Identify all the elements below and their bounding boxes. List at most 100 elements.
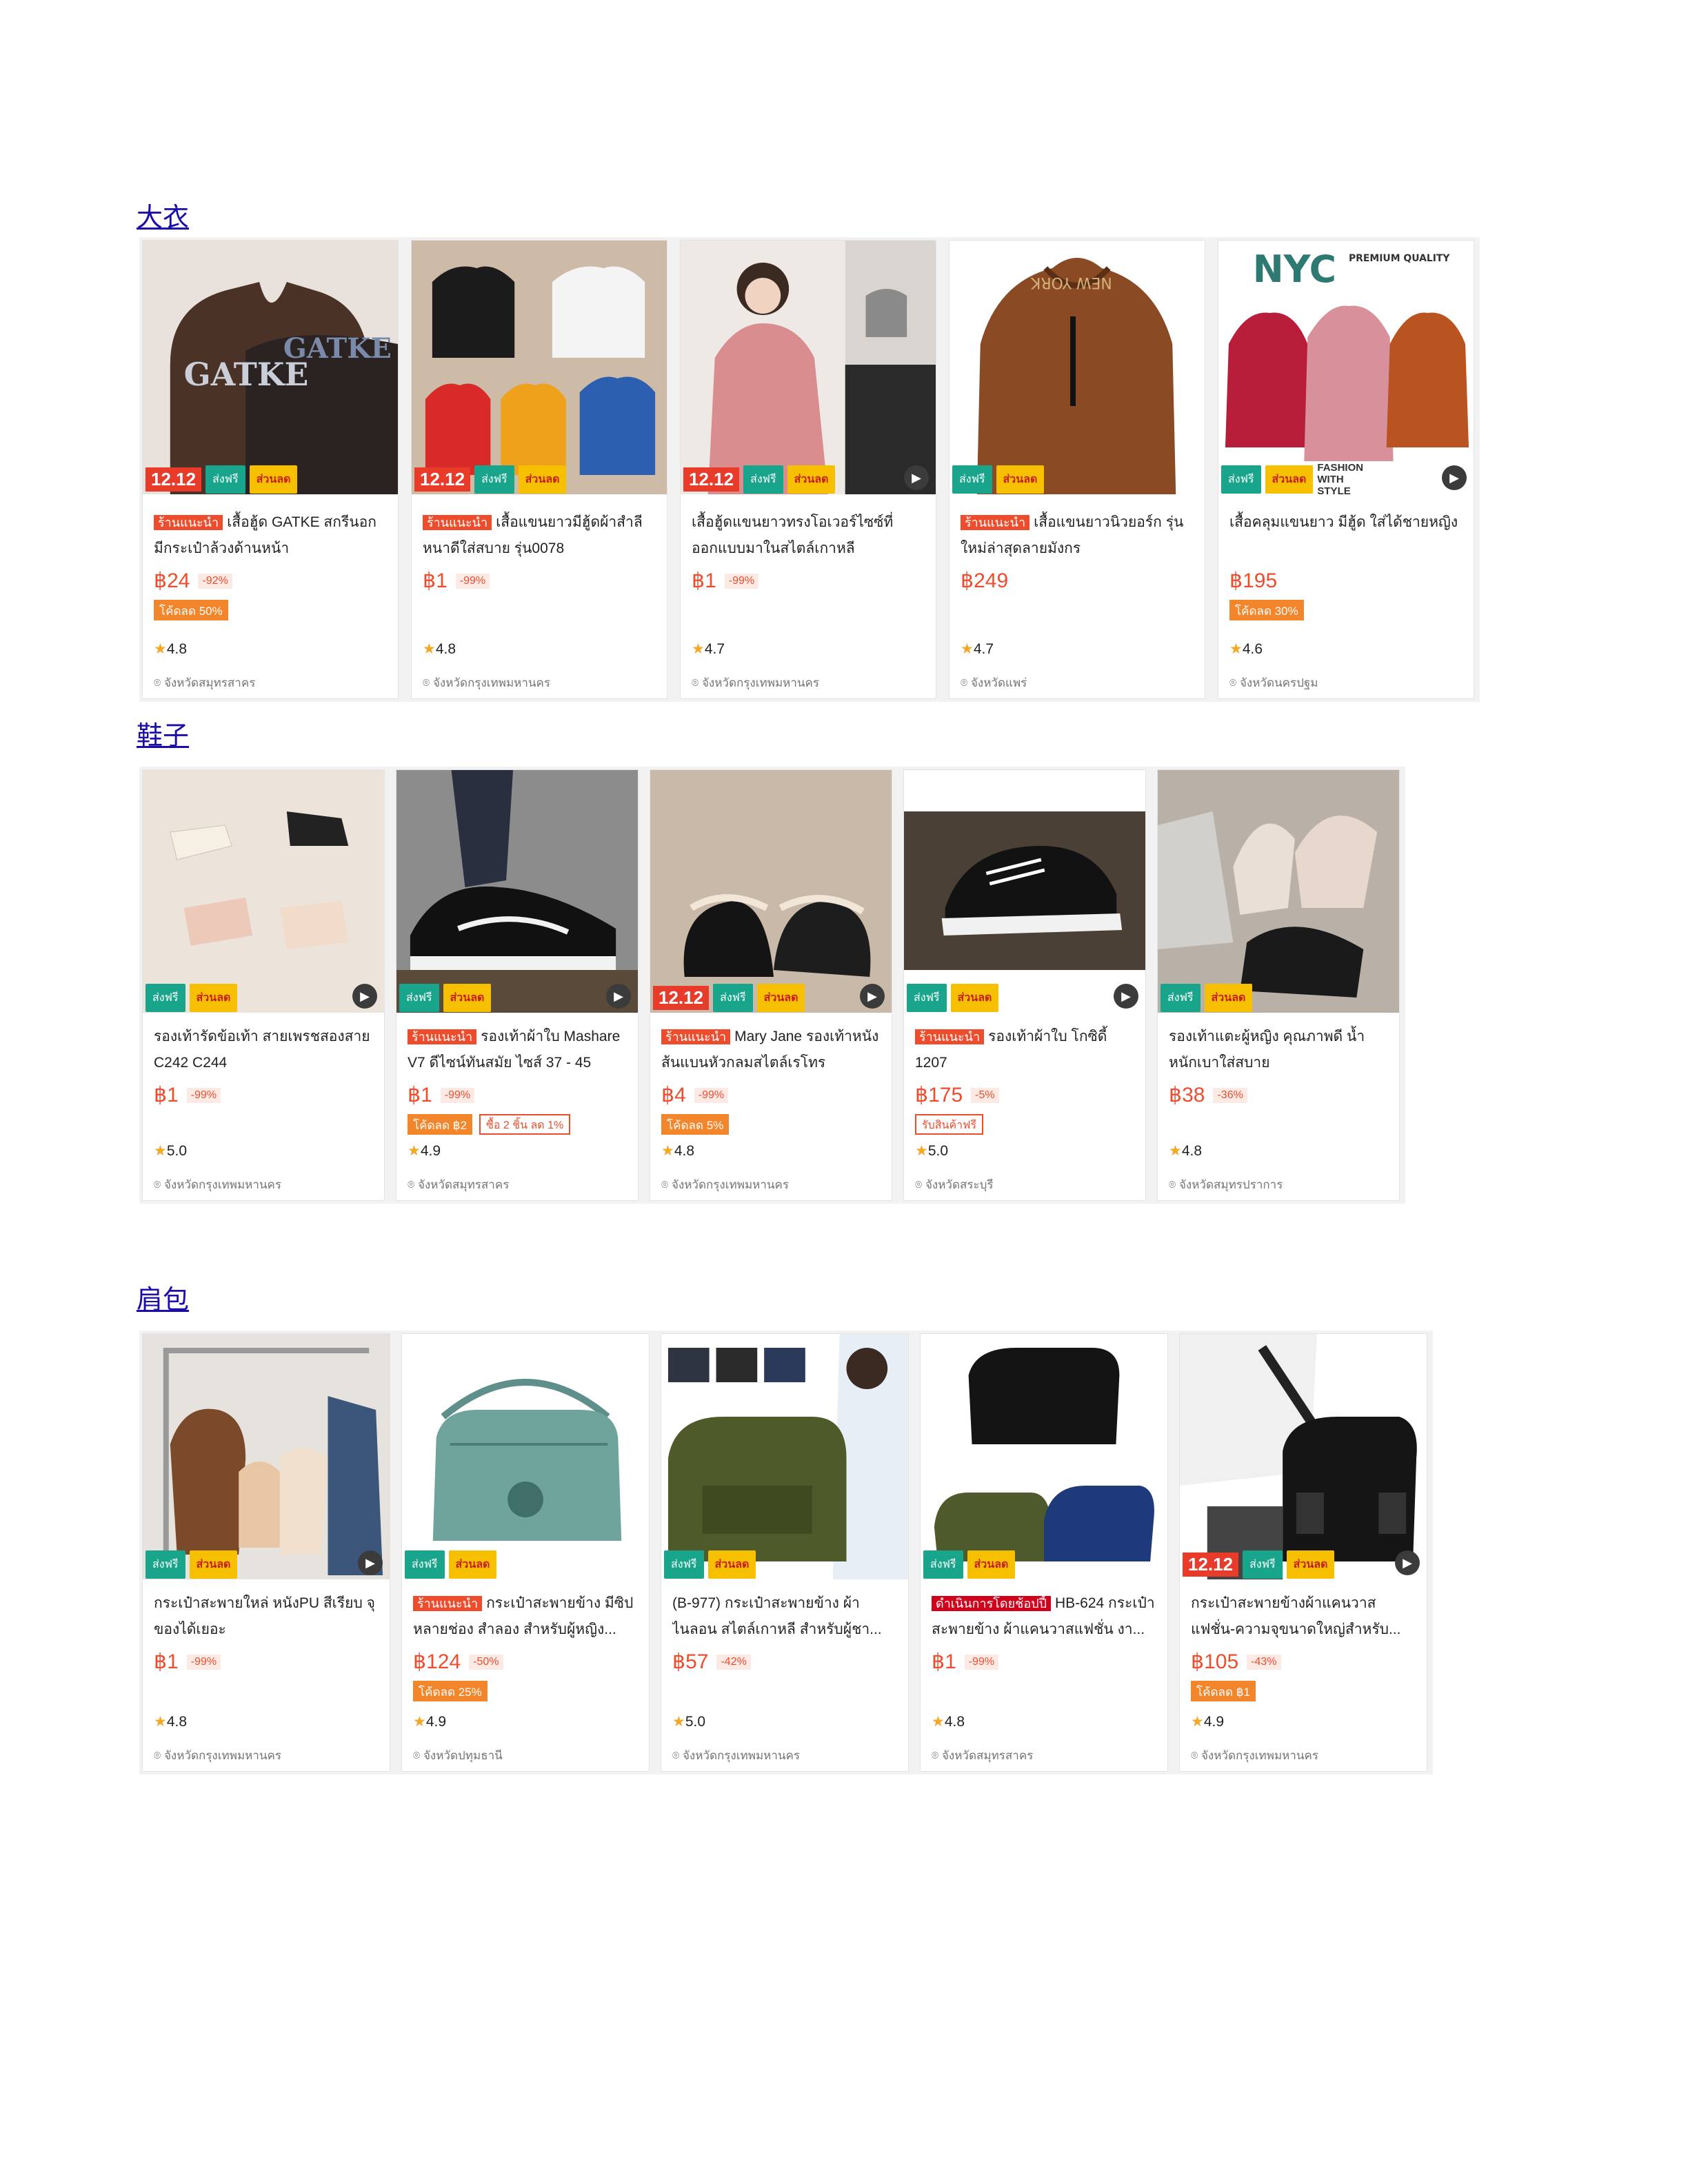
product-image[interactable]: ส่งฟรี ส่วนลด — [661, 1334, 908, 1579]
discount-percent: -43% — [1247, 1654, 1281, 1670]
star-icon: ★ — [154, 641, 167, 657]
location-pin-icon: ⌾ — [408, 1178, 418, 1191]
play-icon[interactable]: ▶ — [904, 465, 929, 490]
product-card[interactable]: ส่งฟรี ส่วนลด ร้านแนะนำ กระเป๋าสะพายข้าง … — [401, 1333, 650, 1772]
product-title[interactable]: ดำเนินการโดยช้อปปี้ HB-624 กระเป๋าสะพายข้… — [932, 1590, 1159, 1643]
section-link-coats[interactable]: 大衣 — [137, 196, 189, 234]
location-pin-icon: ⌾ — [932, 1749, 942, 1762]
discount-percent: -99% — [964, 1654, 999, 1670]
product-title[interactable]: รองเท้าแตะผู้หญิง คุณภาพดี น้ำหนักเบาใส่… — [1169, 1024, 1391, 1076]
product-image[interactable]: 12.12 ส่งฟรี ส่วนลด — [412, 241, 667, 494]
product-image[interactable]: NEW YORK ส่งฟรี ส่วนลด — [950, 241, 1205, 494]
product-rating: ★4.7 — [692, 640, 725, 658]
product-location: ⌾ จังหวัดสมุทรสาคร — [408, 1175, 509, 1194]
product-image[interactable]: GATKE GATKE 12.12 ส่งฟรี ส่วนลด — [143, 241, 398, 494]
play-icon[interactable]: ▶ — [1395, 1550, 1420, 1575]
discount-badge: ส่วนลด — [249, 465, 298, 494]
discount-percent: -36% — [1213, 1087, 1247, 1103]
product-title[interactable]: ร้านแนะนำ เสื้อแขนยาวมีฮู้ดผ้าสำลีหนาดีใส… — [423, 509, 659, 562]
product-title[interactable]: รองเท้ารัดข้อเท้า สายเพรชสองสาย C242 C24… — [154, 1024, 376, 1076]
product-location: ⌾ จังหวัดกรุงเทพมหานคร — [1191, 1746, 1318, 1765]
event-badge: 12.12 — [145, 467, 202, 492]
star-icon: ★ — [408, 1143, 421, 1159]
product-title[interactable]: เสื้อฮู้ดแขนยาวทรงโอเวอร์ไซซ์ที่ออกแบบมา… — [692, 509, 927, 562]
product-title[interactable]: ร้านแนะนำ เสื้อฮู้ด GATKE สกรีนอก มีกระเป… — [154, 509, 390, 562]
product-title[interactable]: ร้านแนะนำ รองเท้าผ้าใบ โกซิดี้ 1207 — [915, 1024, 1137, 1076]
discount-percent: -92% — [198, 573, 232, 589]
product-title[interactable]: (B-977) กระเป๋าสะพายข้าง ผ้าไนลอน สไตล์เ… — [672, 1590, 900, 1643]
play-icon[interactable]: ▶ — [860, 984, 885, 1009]
location-text: จังหวัดกรุงเทพมหานคร — [163, 1749, 282, 1762]
product-image[interactable]: 12.12 ส่งฟรี ส่วนลด ▶ — [1180, 1334, 1427, 1579]
location-text: จังหวัดกรุงเทพมหานคร — [432, 676, 551, 689]
product-title[interactable]: ร้านแนะนำ กระเป๋าสะพายข้าง มีซิปหลายช่อง … — [413, 1590, 641, 1643]
shop-recommended-tag: ร้านแนะนำ — [423, 515, 492, 530]
product-image[interactable]: ส่งฟรี ส่วนลด ▶ — [143, 770, 384, 1013]
badge-row: 12.12 ส่งฟรี ส่วนลด — [412, 464, 567, 494]
discount-percent: -99% — [186, 1654, 221, 1670]
product-title[interactable]: กระเป๋าสะพายใหล่ หนังPU สีเรียบ จุของได้… — [154, 1590, 381, 1643]
discount-badge: ส่วนลด — [996, 465, 1045, 494]
product-image[interactable]: ส่งฟรี ส่วนลด — [402, 1334, 649, 1579]
location-pin-icon: ⌾ — [154, 676, 164, 689]
product-price: ฿249 — [961, 569, 1009, 592]
product-title[interactable]: ร้านแนะนำ เสื้อแขนยาวนิวยอร์ก รุ่นใหม่ล่า… — [961, 509, 1196, 562]
product-card[interactable]: NYC PREMIUM QUALITY ส่งฟรี ส่วนลด FASHIO… — [1218, 240, 1474, 699]
product-image[interactable]: ส่งฟรี ส่วนลด ▶ — [396, 770, 638, 1013]
product-card[interactable]: ส่งฟรี ส่วนลด รองเท้าแตะผู้หญิง คุณภาพดี… — [1157, 769, 1400, 1201]
product-card[interactable]: ส่งฟรี ส่วนลด ▶ ร้านแนะนำ รองเท้าผ้าใบ โก… — [903, 769, 1146, 1201]
badge-row: 12.12 ส่งฟรี ส่วนลด — [681, 464, 836, 494]
product-image[interactable]: ส่งฟรี ส่วนลด ▶ — [143, 1334, 390, 1579]
location-pin-icon: ⌾ — [1169, 1178, 1179, 1191]
star-icon: ★ — [961, 641, 974, 657]
voucher-tag: โค้ดลด ฿2 — [408, 1114, 472, 1135]
product-card[interactable]: ส่งฟรี ส่วนลด ▶ รองเท้ารัดข้อเท้า สายเพร… — [142, 769, 385, 1201]
product-title[interactable]: ร้านแนะนำ รองเท้าผ้าใบ Mashare V7 ดีไซน์ท… — [408, 1024, 630, 1076]
product-title[interactable]: ร้านแนะนำ Mary Jane รองเท้าหนังส้นแบนหัวก… — [661, 1024, 883, 1076]
product-image[interactable]: NYC PREMIUM QUALITY ส่งฟรี ส่วนลด FASHIO… — [1218, 241, 1474, 494]
location-pin-icon: ⌾ — [672, 1749, 683, 1762]
product-location: ⌾ จังหวัดสระบุรี — [915, 1175, 994, 1194]
product-image[interactable]: ส่งฟรี ส่วนลด ▶ — [904, 770, 1145, 1013]
product-card[interactable]: ส่งฟรี ส่วนลด (B-977) กระเป๋าสะพายข้าง ผ… — [661, 1333, 909, 1772]
free-shipping-badge: ส่งฟรี — [907, 983, 947, 1012]
discount-badge: ส่วนลด — [950, 983, 999, 1012]
product-image[interactable]: 12.12 ส่งฟรี ส่วนลด ▶ — [650, 770, 892, 1013]
product-card[interactable]: ส่งฟรี ส่วนลด ▶ กระเป๋าสะพายใหล่ หนังPU … — [142, 1333, 390, 1772]
section-link-bags[interactable]: 肩包 — [137, 1278, 189, 1316]
location-text: จังหวัดสมุทรสาคร — [163, 676, 256, 689]
product-card[interactable]: ส่งฟรี ส่วนลด ▶ ร้านแนะนำ รองเท้าผ้าใบ Ma… — [396, 769, 639, 1201]
rating-value: 4.9 — [425, 1714, 447, 1730]
product-card[interactable]: 12.12 ส่งฟรี ส่วนลด ▶ ร้านแนะนำ Mary Jane… — [650, 769, 892, 1201]
play-icon[interactable]: ▶ — [1442, 465, 1467, 490]
product-card[interactable]: 12.12 ส่งฟรี ส่วนลด ▶ กระเป๋าสะพายข้างผ้… — [1179, 1333, 1427, 1772]
play-icon[interactable]: ▶ — [358, 1550, 383, 1575]
location-text: จังหวัดสมุทรสาคร — [417, 1178, 510, 1191]
product-image[interactable]: ส่งฟรี ส่วนลด — [921, 1334, 1167, 1579]
product-card[interactable]: GATKE GATKE 12.12 ส่งฟรี ส่วนลด ร้านแนะน… — [142, 240, 399, 699]
product-card[interactable]: ส่งฟรี ส่วนลด ดำเนินการโดยช้อปปี้ HB-624 … — [920, 1333, 1168, 1772]
discount-badge: ส่วนลด — [189, 983, 238, 1012]
section-link-shoes[interactable]: 鞋子 — [137, 714, 189, 752]
product-title-text: กระเป๋าสะพายข้างผ้าแคนวาสแฟชั่น-ความจุขน… — [1191, 1595, 1401, 1637]
product-card[interactable]: 12.12 ส่งฟรี ส่วนลด ▶ เสื้อฮู้ดแขนยาวทรง… — [680, 240, 936, 699]
free-shipping-badge: ส่งฟรี — [1243, 1550, 1283, 1579]
star-icon: ★ — [661, 1143, 674, 1159]
location-text: จังหวัดแพร่ — [970, 676, 1027, 689]
product-rating: ★4.8 — [932, 1713, 965, 1730]
badge-row: 12.12 ส่งฟรี ส่วนลด — [1180, 1549, 1335, 1579]
discount-badge: ส่วนลด — [967, 1550, 1016, 1579]
product-image[interactable]: ส่งฟรี ส่วนลด — [1158, 770, 1399, 1013]
product-card[interactable]: 12.12 ส่งฟรี ส่วนลด ร้านแนะนำ เสื้อแขนยาว… — [411, 240, 667, 699]
play-icon[interactable]: ▶ — [606, 984, 631, 1009]
product-title[interactable]: กระเป๋าสะพายข้างผ้าแคนวาสแฟชั่น-ความจุขน… — [1191, 1590, 1418, 1643]
product-image[interactable]: 12.12 ส่งฟรี ส่วนลด ▶ — [681, 241, 936, 494]
location-pin-icon: ⌾ — [154, 1178, 164, 1191]
rating-value: 4.9 — [1203, 1714, 1225, 1730]
discount-badge: ส่วนลด — [1286, 1550, 1335, 1579]
play-icon[interactable]: ▶ — [1114, 984, 1138, 1009]
product-title[interactable]: เสื้อคลุมแขนยาว มีฮู้ด ใส่ได้ชายหญิง — [1229, 509, 1465, 562]
play-icon[interactable]: ▶ — [352, 984, 377, 1009]
product-card[interactable]: NEW YORK ส่งฟรี ส่วนลด ร้านแนะนำ เสื้อแขน… — [949, 240, 1205, 699]
discount-badge: ส่วนลด — [756, 983, 805, 1012]
